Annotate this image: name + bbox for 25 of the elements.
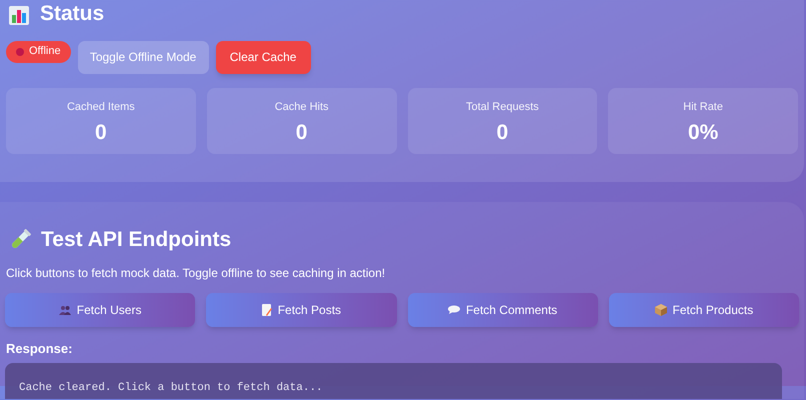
section-title: Test API Endpoints (41, 227, 232, 253)
fetch-button[interactable]: Fetch Users (5, 292, 196, 326)
status-badge: Offline (6, 40, 71, 62)
people-icon (58, 304, 71, 314)
toggle-offline-button[interactable]: Toggle Offline Mode (78, 40, 209, 74)
response-text: Cache cleared. Click a button to fetch data... (19, 382, 323, 394)
box-icon (654, 304, 667, 316)
hint-text: Click buttons to fetch mock data. Toggle offline to see caching in action! (6, 264, 386, 282)
response-label: Response: (6, 340, 74, 358)
stat-label: Total Requests (466, 100, 539, 114)
document-icon (262, 304, 272, 316)
stat-label: Cached Items (66, 100, 135, 114)
stat-value: 0% (688, 120, 718, 146)
stat-label: Hit Rate (683, 100, 723, 114)
speech-bubble-icon (448, 305, 460, 314)
test-tube-icon (9, 228, 31, 251)
section-title: Status (40, 1, 104, 27)
fetch-button[interactable]: Fetch Comments (408, 292, 598, 326)
fetch-button[interactable]: Fetch Posts (206, 292, 396, 326)
stat-label: Cache Hits (274, 100, 329, 114)
fetch-button[interactable]: Fetch Products (608, 292, 799, 326)
stat-value: 0 (95, 120, 107, 146)
stat-value: 0 (296, 120, 308, 146)
clear-cache-button[interactable]: Clear Cache (216, 40, 311, 74)
stat-value: 0 (496, 120, 508, 146)
